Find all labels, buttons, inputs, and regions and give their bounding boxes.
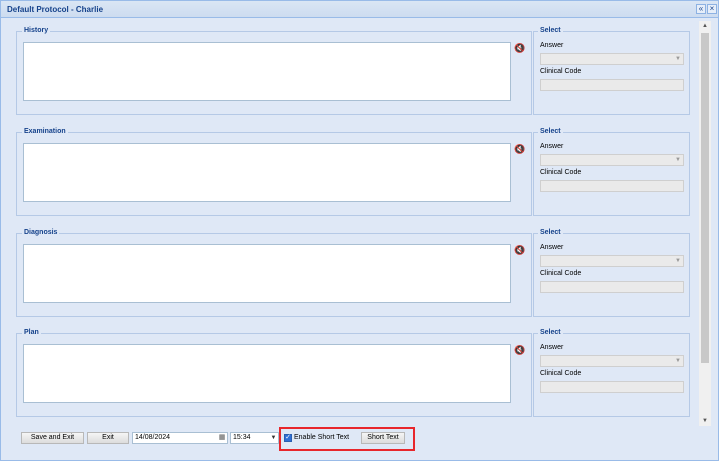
answer-dropdown[interactable]: ▼ [540,154,684,166]
plan-label: Plan [22,329,41,336]
microphone-off-icon[interactable]: 🔇 [514,245,525,256]
close-icon[interactable]: × [707,4,717,14]
microphone-off-icon[interactable]: 🔇 [514,43,525,54]
diagnosis-label: Diagnosis [22,229,60,236]
exit-button[interactable]: Exit [87,432,129,444]
window-footer: Save and Exit Exit 14/08/2024 ▦ 15:34 ▼ … [1,426,718,461]
collapse-icon[interactable]: « [696,4,706,14]
chevron-down-icon: ▼ [675,157,681,163]
window-titlebar: Default Protocol - Charlie « × [1,1,718,18]
window-body: History 🔇 Select Answer ▼ Clinical Code … [3,19,717,425]
clinical-code-label: Clinical Code [540,270,582,277]
answer-label: Answer [540,42,564,49]
protocol-window: Default Protocol - Charlie « × History 🔇… [0,0,719,461]
chevron-down-icon[interactable]: ▼ [269,433,278,443]
time-field[interactable]: 15:34 ▼ [230,432,279,444]
answer-dropdown[interactable]: ▼ [540,255,684,267]
answer-label: Answer [540,344,564,351]
microphone-off-icon[interactable]: 🔇 [514,144,525,155]
chevron-down-icon: ▼ [675,258,681,264]
answer-label: Answer [540,244,564,251]
chevron-down-icon: ▼ [675,56,681,62]
clinical-code-field[interactable] [540,281,684,293]
plan-select-panel: Select Answer ▼ Clinical Code [533,329,690,417]
save-and-exit-button[interactable]: Save and Exit [21,432,84,444]
history-textarea[interactable] [23,42,511,101]
plan-textarea[interactable] [23,344,511,403]
clinical-code-field[interactable] [540,381,684,393]
date-value: 14/08/2024 [135,434,171,441]
diagnosis-section: Diagnosis 🔇 [16,229,532,317]
examination-textarea[interactable] [23,143,511,202]
window-title: Default Protocol - Charlie [7,5,104,14]
examination-section: Examination 🔇 [16,128,532,216]
scroll-down-icon[interactable]: ▼ [699,416,711,426]
answer-dropdown[interactable]: ▼ [540,53,684,65]
clinical-code-field[interactable] [540,180,684,192]
chevron-down-icon: ▼ [675,358,681,364]
calendar-icon[interactable]: ▦ [217,433,227,443]
answer-label: Answer [540,143,564,150]
diagnosis-select-panel: Select Answer ▼ Clinical Code [533,229,690,317]
history-label: History [22,27,51,34]
examination-select-panel: Select Answer ▼ Clinical Code [533,128,690,216]
examination-label: Examination [22,128,68,135]
enable-short-text-checkbox[interactable]: ✓ [284,434,292,442]
date-field[interactable]: 14/08/2024 ▦ [132,432,228,444]
enable-short-text-label[interactable]: Enable Short Text [294,434,349,441]
diagnosis-textarea[interactable] [23,244,511,303]
clinical-code-label: Clinical Code [540,169,582,176]
select-label: Select [538,27,563,34]
scroll-thumb[interactable] [701,33,709,363]
vertical-scrollbar[interactable]: ▲ ▼ [699,21,711,426]
select-label: Select [538,229,563,236]
clinical-code-field[interactable] [540,79,684,91]
clinical-code-label: Clinical Code [540,68,582,75]
answer-dropdown[interactable]: ▼ [540,355,684,367]
clinical-code-label: Clinical Code [540,370,582,377]
select-label: Select [538,128,563,135]
plan-section: Plan 🔇 [16,329,532,417]
time-value: 15:34 [233,434,251,441]
select-label: Select [538,329,563,336]
short-text-button[interactable]: Short Text [361,432,405,444]
history-select-panel: Select Answer ▼ Clinical Code [533,27,690,115]
microphone-off-icon[interactable]: 🔇 [514,345,525,356]
history-section: History 🔇 [16,27,532,115]
scroll-up-icon[interactable]: ▲ [699,21,711,31]
